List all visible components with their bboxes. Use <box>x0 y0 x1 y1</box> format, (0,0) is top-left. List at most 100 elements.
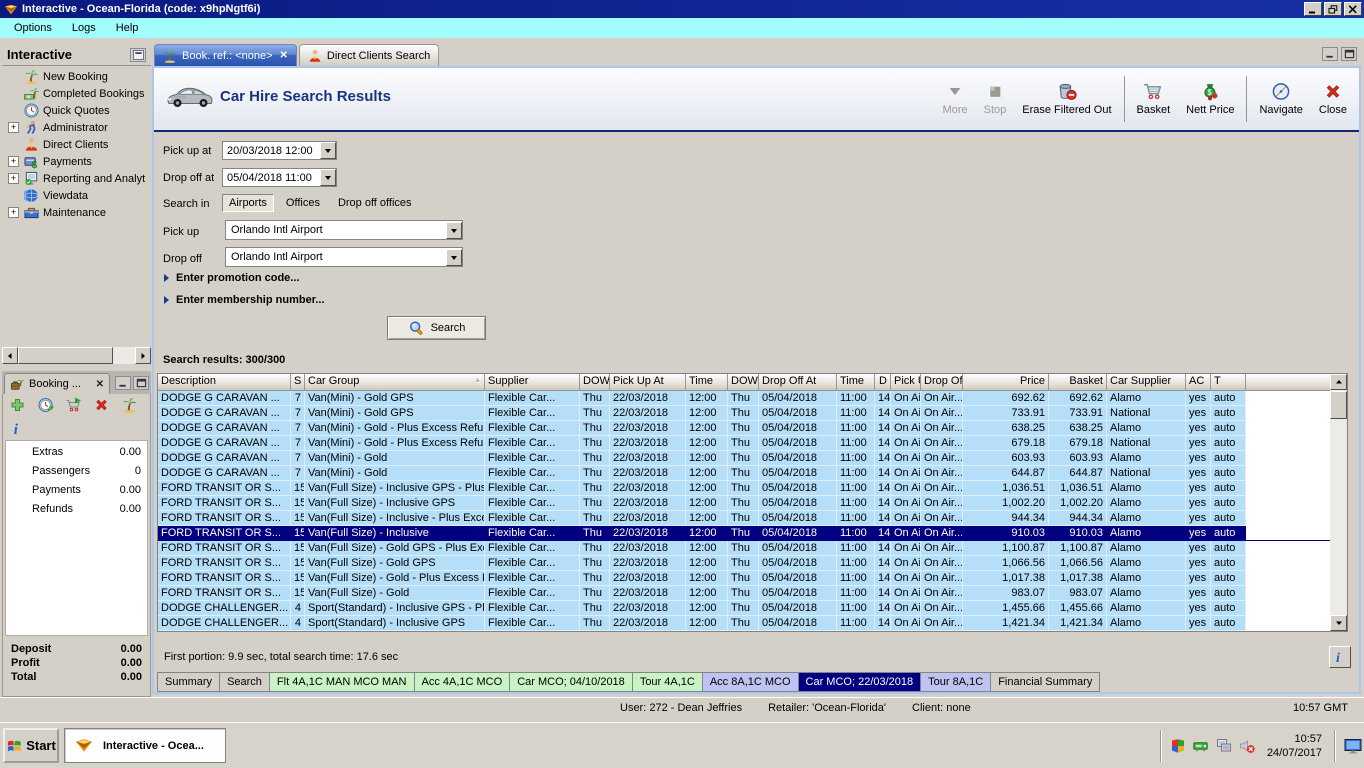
start-button[interactable]: Start <box>3 728 59 763</box>
dropdown-arrow-icon[interactable] <box>446 249 462 266</box>
show-desktop-icon[interactable] <box>1344 737 1362 755</box>
sidebar-item-reporting-and-analyt[interactable]: +Reporting and Analyt <box>2 170 151 187</box>
table-row[interactable]: FORD TRANSIT OR S...15Van(Full Size) - I… <box>158 526 1332 541</box>
antivirus-icon[interactable] <box>1170 738 1186 754</box>
promotion-code-expander[interactable]: Enter promotion code... <box>164 272 299 284</box>
workspace-minimize-button[interactable] <box>1322 47 1338 61</box>
scroll-down-icon[interactable] <box>1330 615 1347 631</box>
expand-plus-icon[interactable]: + <box>8 173 19 184</box>
scrollbar-thumb[interactable] <box>18 347 113 364</box>
booking-panel-maximize-button[interactable] <box>133 376 149 390</box>
section-tab-tour-4a-1c[interactable]: Tour 4A,1C <box>633 672 703 692</box>
close-button[interactable]: Close <box>1311 79 1355 119</box>
table-row[interactable]: FORD TRANSIT OR S...15Van(Full Size) - G… <box>158 556 1332 571</box>
window-close-button[interactable] <box>1344 2 1362 16</box>
searchin-option-offices[interactable]: Offices <box>280 195 326 211</box>
booking-panel-close-icon[interactable]: ✕ <box>96 379 104 390</box>
section-tab-acc-4a-1c-mco[interactable]: Acc 4A,1C MCO <box>415 672 511 692</box>
sidebar-collapse-button[interactable] <box>130 48 146 62</box>
section-tab-tour-8a-1c[interactable]: Tour 8A,1C <box>921 672 991 692</box>
scroll-left-icon[interactable] <box>2 347 18 364</box>
table-row[interactable]: DODGE G CARAVAN ...7Van(Mini) - GoldFlex… <box>158 466 1332 481</box>
dropdown-arrow-icon[interactable] <box>320 169 336 186</box>
column-header-time[interactable]: Time <box>686 374 728 391</box>
sidebar-item-viewdata[interactable]: Viewdata <box>2 187 151 204</box>
table-row[interactable]: FORD TRANSIT OR S...15Van(Full Size) - G… <box>158 571 1332 586</box>
table-row[interactable]: DODGE G CARAVAN ...7Van(Mini) - Gold GPS… <box>158 406 1332 421</box>
window-restore-button[interactable] <box>1324 2 1342 16</box>
column-header-car-supplier[interactable]: Car Supplier <box>1107 374 1186 391</box>
pickup-at-field[interactable]: 20/03/2018 12:00 <box>222 141 337 160</box>
column-header-car-group[interactable]: Car Group▲ <box>305 374 485 391</box>
navigate-button[interactable]: Navigate <box>1251 79 1310 119</box>
section-tab-summary[interactable]: Summary <box>157 672 220 692</box>
column-header-s[interactable]: S <box>291 374 305 391</box>
column-header-drop-off-at[interactable]: Drop Off At <box>759 374 837 391</box>
column-header-drop-off[interactable]: Drop Off <box>921 374 963 391</box>
scroll-up-icon[interactable] <box>1330 374 1347 390</box>
menu-help[interactable]: Help <box>106 19 149 37</box>
tree-horizontal-scrollbar[interactable] <box>2 347 151 364</box>
cart-arrow-icon[interactable] <box>65 397 82 413</box>
table-row[interactable]: DODGE G CARAVAN ...7Van(Mini) - Gold GPS… <box>158 391 1332 406</box>
sidebar-item-completed-bookings[interactable]: Completed Bookings <box>2 85 151 102</box>
membership-number-expander[interactable]: Enter membership number... <box>164 294 325 306</box>
sidebar-item-new-booking[interactable]: New Booking <box>2 68 151 85</box>
tab-book-ref-none[interactable]: Book. ref.: <none>✕ <box>154 44 297 66</box>
table-row[interactable]: DODGE CHALLENGER...4Sport(Standard) - In… <box>158 601 1332 616</box>
table-row[interactable]: DODGE CHALLENGER...4Sport(Standard) - In… <box>158 616 1332 631</box>
booking-panel-minimize-button[interactable] <box>115 376 131 390</box>
section-tab-acc-8a-1c-mco[interactable]: Acc 8A,1C MCO <box>703 672 799 692</box>
workspace-maximize-button[interactable] <box>1341 47 1357 61</box>
tab-close-icon[interactable]: ✕ <box>280 50 288 61</box>
sidebar-item-maintenance[interactable]: +Maintenance <box>2 204 151 221</box>
palm-tree-icon[interactable] <box>121 397 138 413</box>
sidebar-item-quick-quotes[interactable]: Quick Quotes <box>2 102 151 119</box>
table-row[interactable]: FORD TRANSIT OR S...15Van(Full Size) - G… <box>158 541 1332 556</box>
add-plus-icon[interactable] <box>9 397 26 413</box>
table-row[interactable]: FORD TRANSIT OR S...15Van(Full Size) - I… <box>158 511 1332 526</box>
search-button[interactable]: Search <box>387 316 486 340</box>
column-header-t[interactable]: T <box>1211 374 1246 391</box>
column-header-dow[interactable]: DOW <box>728 374 759 391</box>
scrollbar-thumb[interactable] <box>1330 391 1347 419</box>
column-header-pick-up-at[interactable]: Pick Up At <box>610 374 686 391</box>
dropoff-at-field[interactable]: 05/04/2018 11:00 <box>222 168 337 187</box>
expand-plus-icon[interactable]: + <box>8 122 19 133</box>
expand-plus-icon[interactable]: + <box>8 207 19 218</box>
menu-options[interactable]: Options <box>4 19 62 37</box>
volume-muted-icon[interactable] <box>1239 738 1255 754</box>
section-tab-car-mco-22-03-2018[interactable]: Car MCO; 22/03/2018 <box>799 672 922 692</box>
table-row[interactable]: DODGE G CARAVAN ...7Van(Mini) - Gold - P… <box>158 436 1332 451</box>
sidebar-item-payments[interactable]: +$Payments <box>2 153 151 170</box>
table-row[interactable]: FORD TRANSIT OR S...15Van(Full Size) - G… <box>158 586 1332 601</box>
table-row[interactable]: FORD TRANSIT OR S...15Van(Full Size) - I… <box>158 481 1332 496</box>
searchin-option-airports[interactable]: Airports <box>222 194 274 212</box>
info-icon[interactable]: i <box>11 420 25 437</box>
column-header-d[interactable]: D <box>875 374 891 391</box>
sidebar-item-administrator[interactable]: +Administrator <box>2 119 151 136</box>
nett-price-button[interactable]: $Nett Price <box>1178 79 1242 119</box>
table-vertical-scrollbar[interactable] <box>1330 374 1347 631</box>
network-card-icon[interactable] <box>1193 738 1209 754</box>
column-header-description[interactable]: Description <box>158 374 291 391</box>
table-row[interactable]: FORD TRANSIT OR S...15Van(Full Size) - I… <box>158 496 1332 511</box>
section-tab-flt-4a-1c-man-mco-man[interactable]: Flt 4A,1C MAN MCO MAN <box>270 672 415 692</box>
delete-x-icon[interactable] <box>93 397 110 413</box>
column-header-basket[interactable]: Basket <box>1049 374 1107 391</box>
column-header-ac[interactable]: AC <box>1186 374 1211 391</box>
column-header-time[interactable]: Time <box>837 374 875 391</box>
column-header-supplier[interactable]: Supplier <box>485 374 580 391</box>
dropdown-arrow-icon[interactable] <box>320 142 336 159</box>
menu-logs[interactable]: Logs <box>62 19 106 37</box>
column-header-pick-up[interactable]: Pick Up <box>891 374 921 391</box>
window-minimize-button[interactable] <box>1304 2 1322 16</box>
info-button[interactable]: i <box>1329 646 1351 668</box>
column-header-price[interactable]: Price <box>963 374 1049 391</box>
quote-clock-icon[interactable] <box>37 397 54 413</box>
taskbar-clock[interactable]: 10:57 24/07/2017 <box>1263 732 1326 760</box>
sidebar-item-direct-clients[interactable]: Direct Clients <box>2 136 151 153</box>
column-header-dow[interactable]: DOW <box>580 374 610 391</box>
section-tab-financial-summary[interactable]: Financial Summary <box>991 672 1100 692</box>
basket-button[interactable]: Basket <box>1129 79 1179 119</box>
